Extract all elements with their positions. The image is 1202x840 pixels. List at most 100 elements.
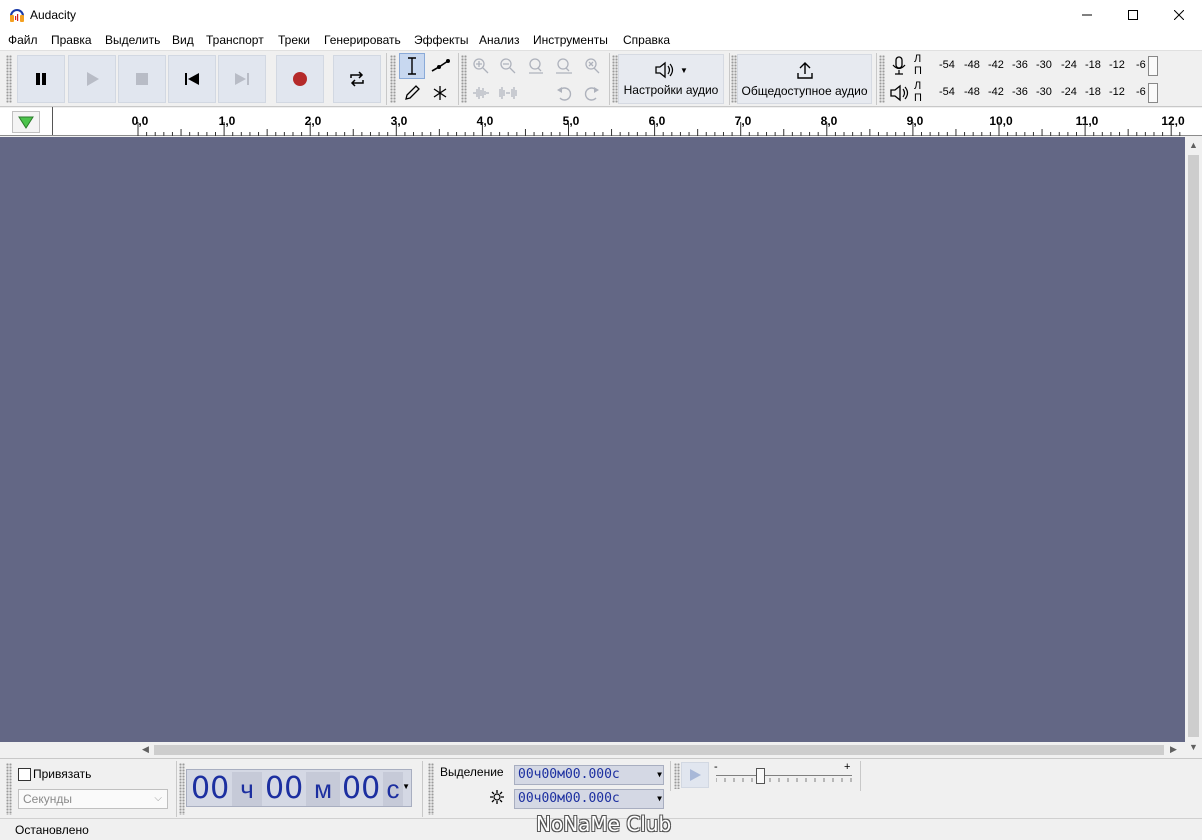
selection-toolbar-grip[interactable] [428, 763, 434, 815]
ruler-ticks [137, 122, 1181, 136]
zoom-toggle-button[interactable] [579, 53, 605, 79]
audio-setup-button[interactable]: ▼ Настройки аудио [618, 54, 724, 104]
time-format-dropdown-icon[interactable]: ▼ [402, 782, 410, 791]
playback-meter[interactable]: Л П -54 -48 -42 -36 -30 -24 -18 -12 -6 [884, 80, 1196, 106]
play-button[interactable] [68, 55, 116, 103]
scroll-up-icon[interactable]: ▲ [1189, 140, 1198, 150]
menu-select[interactable]: Выделить [105, 33, 160, 47]
meter-channel-right: П [914, 65, 922, 77]
time-minutes: 00 [265, 771, 304, 806]
recording-meter[interactable]: Л П -54 -48 -42 -36 -30 -24 -18 -12 -6 [884, 53, 1196, 79]
silence-audio-button[interactable] [495, 80, 521, 106]
menu-generate[interactable]: Генерировать [324, 33, 401, 47]
speed-slider-thumb[interactable] [756, 768, 765, 784]
stop-button[interactable] [118, 55, 166, 103]
scroll-left-icon[interactable]: ◀ [142, 744, 149, 755]
snap-checkbox[interactable] [18, 768, 31, 781]
menu-view[interactable]: Вид [172, 33, 194, 47]
playback-level-slider[interactable] [1148, 83, 1158, 103]
horizontal-scrollbar[interactable]: ◀ ▶ [138, 742, 1185, 758]
menu-tracks[interactable]: Треки [278, 33, 310, 47]
selection-start-field[interactable]: 00ч00м00.000с ▼ [514, 765, 664, 785]
menu-bar: Файл Правка Выделить Вид Транспорт Треки… [0, 30, 1202, 51]
horizontal-scroll-thumb[interactable] [154, 745, 1164, 755]
recording-level-slider[interactable] [1148, 56, 1158, 76]
snap-units-select[interactable]: Секунды ⌵ [18, 789, 168, 809]
play-icon [690, 769, 701, 781]
toolbar-area: ▼ Настройки аудио Общедоступное аудио Л … [0, 51, 1202, 107]
speed-slider-track[interactable] [716, 775, 852, 776]
meter-tick: -54 [939, 59, 955, 71]
multi-tool-button[interactable] [427, 80, 453, 106]
meter-tick: -6 [1136, 86, 1146, 98]
fit-project-button[interactable] [551, 53, 577, 79]
speed-plus-label: + [844, 761, 851, 773]
timeline-ruler[interactable]: 0,0 1,0 2,0 3,0 4,0 5,0 6,0 7,0 8,0 9,0 … [0, 107, 1202, 136]
vertical-scrollbar[interactable]: ▲ ▼ [1185, 137, 1202, 758]
fit-selection-button[interactable] [523, 53, 549, 79]
chevron-down-icon[interactable]: ▼ [657, 766, 662, 784]
pause-button[interactable] [17, 55, 65, 103]
play-icon [87, 72, 99, 86]
record-button[interactable] [276, 55, 324, 103]
menu-tools[interactable]: Инструменты [533, 33, 608, 47]
meter-tick: -18 [1085, 86, 1101, 98]
zoom-in-button[interactable] [468, 53, 494, 79]
play-at-speed-toolbar-grip[interactable] [674, 763, 680, 789]
skip-end-icon [235, 73, 249, 85]
scroll-right-icon[interactable]: ▶ [1170, 744, 1177, 755]
maximize-button[interactable] [1110, 0, 1156, 30]
scroll-down-icon[interactable]: ▼ [1189, 742, 1198, 752]
track-area[interactable] [0, 137, 1185, 742]
speaker-icon [655, 61, 674, 79]
upload-icon [796, 62, 813, 79]
menu-transport[interactable]: Транспорт [206, 33, 264, 47]
envelope-tool-button[interactable] [427, 53, 453, 79]
gear-icon[interactable] [489, 789, 505, 805]
meter-tick: -36 [1012, 59, 1028, 71]
skip-to-end-button[interactable] [218, 55, 266, 103]
status-text: Остановлено [15, 823, 89, 837]
zoom-out-button[interactable] [495, 53, 521, 79]
menu-file[interactable]: Файл [8, 33, 38, 47]
chevron-down-icon[interactable]: ▼ [657, 790, 662, 808]
selection-end-field[interactable]: 00ч00м00.000с ▼ [514, 789, 664, 809]
window-title: Audacity [30, 8, 77, 22]
play-at-speed-button[interactable] [681, 762, 709, 788]
draw-tool-button[interactable] [399, 80, 425, 106]
audacity-logo-icon [10, 9, 24, 22]
silence-icon [499, 87, 517, 99]
redo-button[interactable] [579, 80, 605, 106]
menu-edit[interactable]: Правка [51, 33, 92, 47]
minimize-button[interactable] [1064, 0, 1110, 30]
time-display[interactable]: 00 ч 00 м 00 с ▼ [186, 769, 412, 807]
snap-toolbar-grip[interactable] [6, 763, 12, 815]
audio-setup-label: Настройки аудио [623, 83, 719, 97]
time-toolbar-grip[interactable] [179, 763, 185, 815]
loop-button[interactable] [333, 55, 381, 103]
snap-units-value: Секунды [23, 792, 72, 806]
transport-toolbar-grip[interactable] [6, 55, 12, 103]
undo-button[interactable] [551, 80, 577, 106]
meter-tick: -6 [1136, 59, 1146, 71]
vertical-scroll-thumb[interactable] [1188, 155, 1199, 737]
edit-toolbar-grip[interactable] [461, 55, 467, 103]
menu-effects[interactable]: Эффекты [414, 33, 469, 47]
trim-audio-button[interactable] [468, 80, 494, 106]
menu-help[interactable]: Справка [623, 33, 670, 47]
menu-analyze[interactable]: Анализ [479, 33, 520, 47]
selection-tool-button[interactable] [399, 53, 425, 79]
chevron-down-icon: ⌵ [154, 793, 162, 804]
tools-toolbar-grip[interactable] [390, 55, 396, 103]
microphone-icon [892, 56, 906, 75]
close-button[interactable] [1156, 0, 1202, 30]
pause-icon [36, 73, 46, 85]
asterisk-icon [433, 86, 447, 100]
selection-start-value: 00ч00м00.000с [518, 767, 620, 782]
meter-tick: -48 [964, 86, 980, 98]
skip-to-start-button[interactable] [168, 55, 216, 103]
selection-label: Выделение [440, 765, 504, 779]
meter-tick: -36 [1012, 86, 1028, 98]
close-icon [1174, 10, 1184, 20]
share-audio-button[interactable]: Общедоступное аудио [737, 54, 872, 104]
